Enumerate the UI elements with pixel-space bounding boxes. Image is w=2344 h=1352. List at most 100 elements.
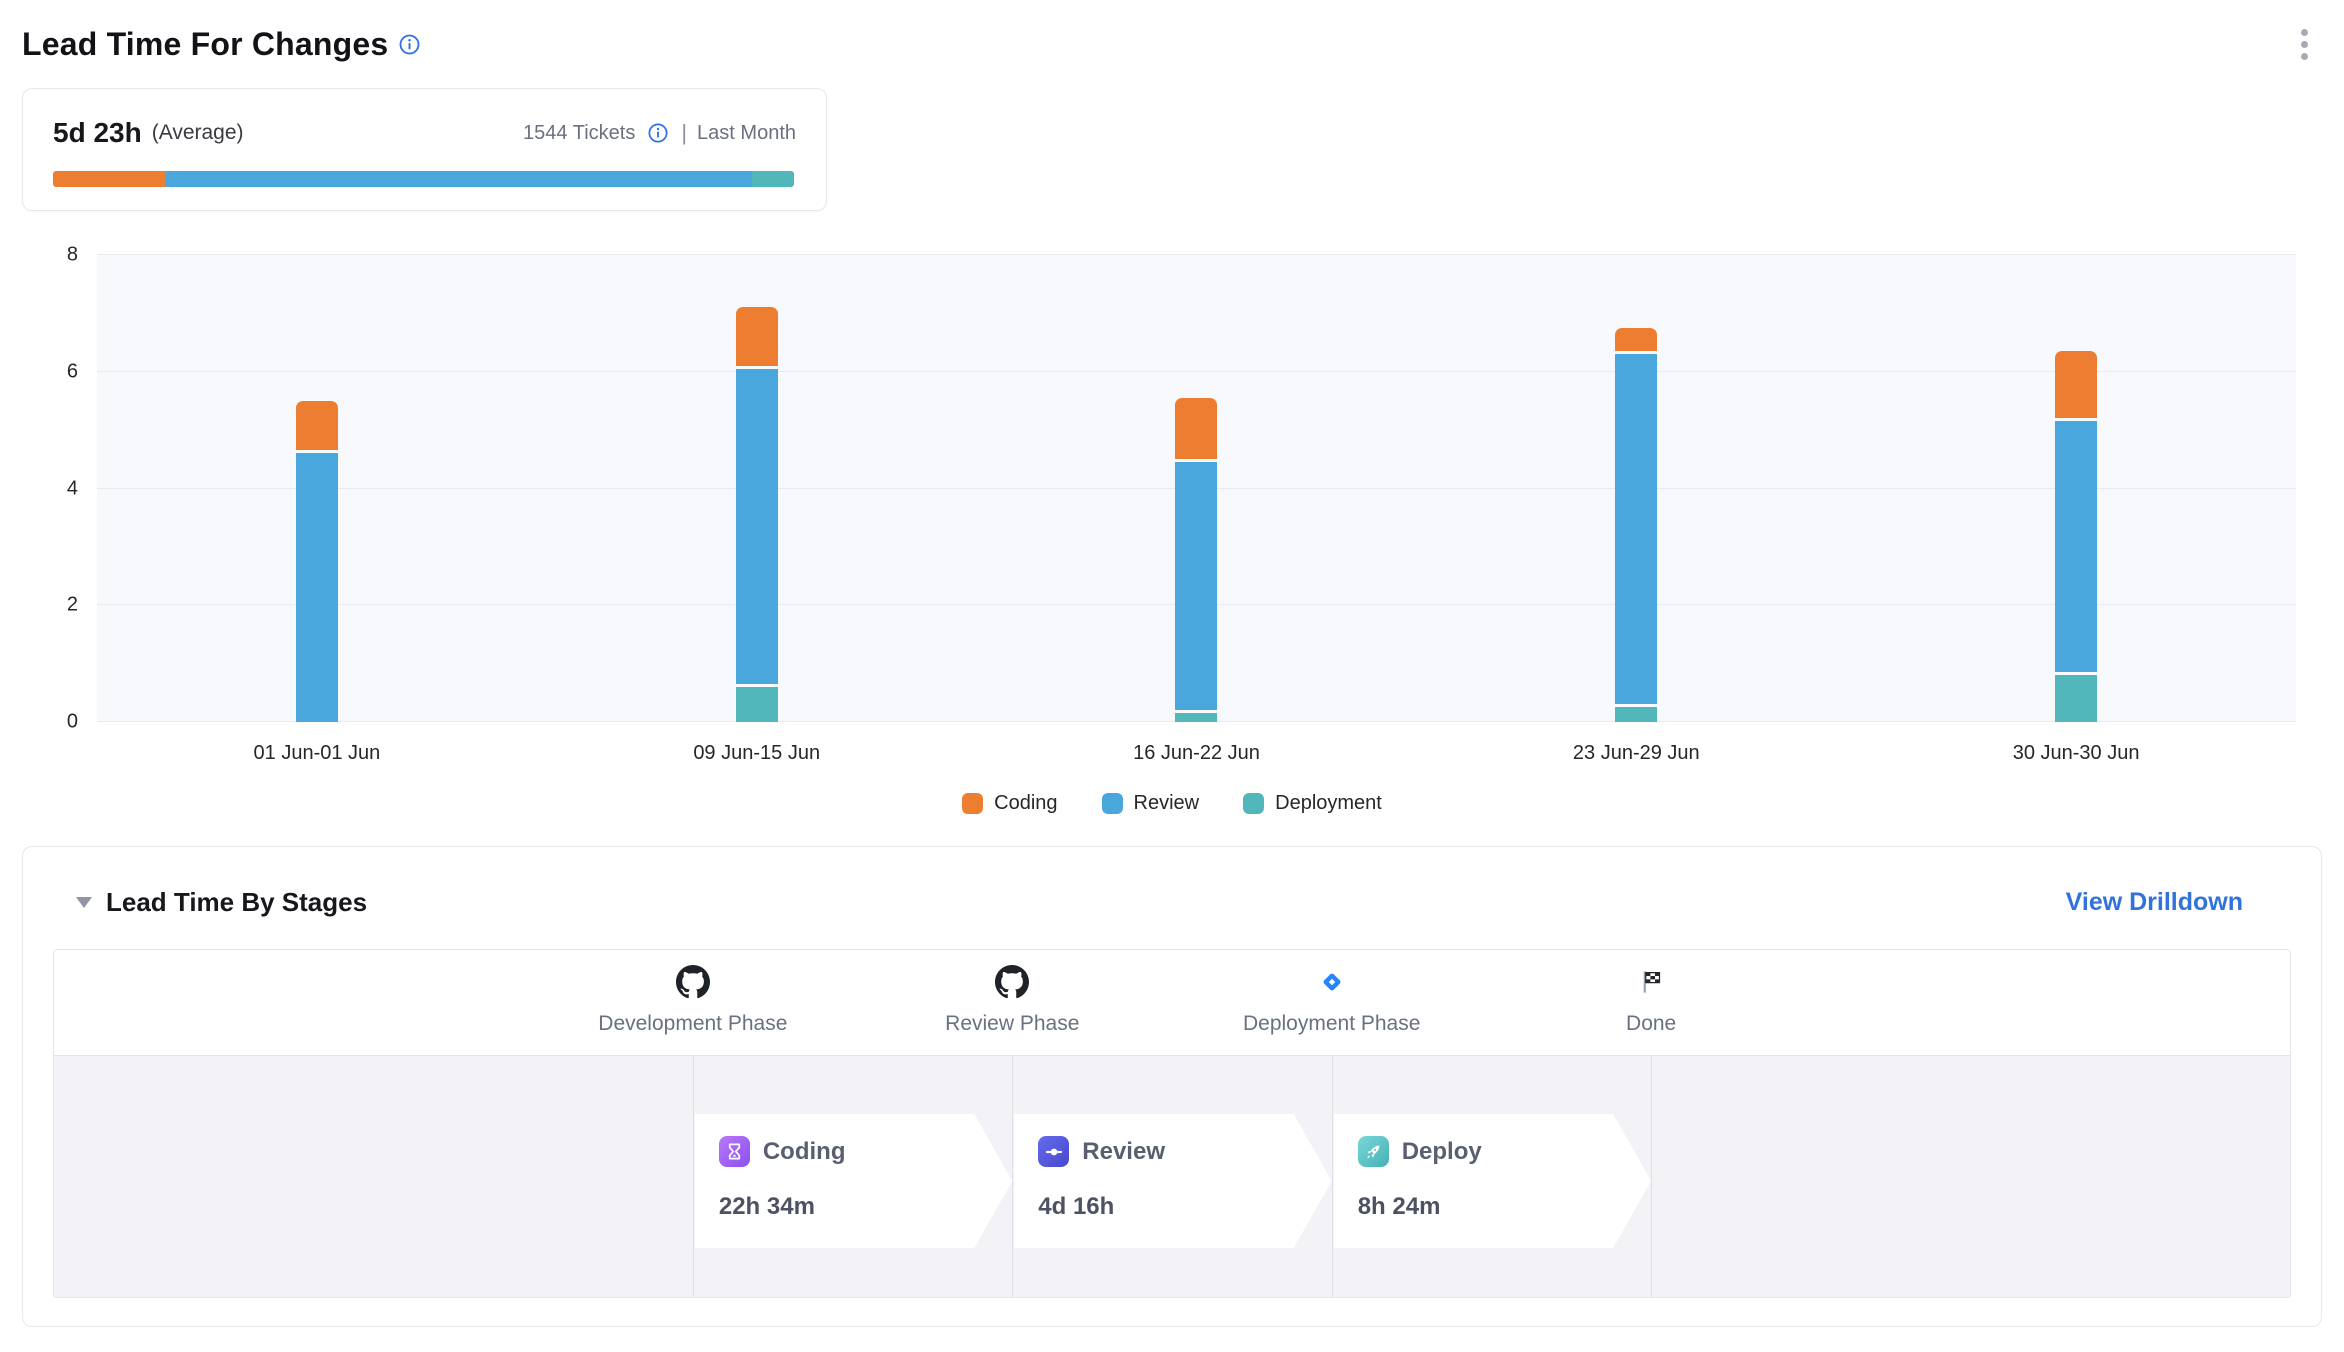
bar-segment-deployment[interactable] — [1175, 713, 1217, 722]
stage-card-coding[interactable]: Coding 22h 34m — [695, 1114, 1012, 1248]
phase-header-development-phase: Development Phase — [543, 964, 843, 1036]
bar-segment-deployment[interactable] — [2055, 675, 2097, 722]
y-tick-label-0: 0 — [22, 711, 78, 734]
collapse-caret-icon[interactable] — [76, 897, 92, 908]
stages-panel-header: Lead Time By Stages View Drilldown — [53, 887, 2291, 918]
phase-label: Done — [1501, 1012, 1801, 1036]
chart-plot-area: 02468 — [97, 255, 2296, 722]
progress-segment-review — [166, 171, 753, 187]
stages-table-body: Coding 22h 34m Review 4d 16h Deploy 8h 24m — [54, 1056, 2290, 1297]
stacked-bar-30 Jun-30 Jun — [2055, 351, 2097, 722]
chart-legend: Coding Review Deployment — [22, 786, 2322, 820]
bar-segment-coding[interactable] — [296, 401, 338, 451]
average-lead-time-value: 5d 23h — [53, 117, 142, 149]
summary-card: 5d 23h (Average) 1544 Tickets | Last Mon… — [22, 88, 827, 211]
legend-item-coding[interactable]: Coding — [962, 792, 1057, 815]
stages-title: Lead Time By Stages — [106, 887, 367, 918]
bar-slots — [97, 255, 2296, 722]
lead-time-chart: 02468 01 Jun-01 Jun09 Jun-15 Jun16 Jun-2… — [22, 255, 2322, 820]
x-axis-labels: 01 Jun-01 Jun09 Jun-15 Jun16 Jun-22 Jun2… — [97, 722, 2296, 784]
y-tick-label-4: 4 — [22, 477, 78, 500]
bar-segment-deployment[interactable] — [736, 687, 778, 722]
phase-label: Review Phase — [862, 1012, 1162, 1036]
stage-card-top: Deploy — [1358, 1136, 1651, 1167]
bar-slot-5 — [1856, 255, 2296, 722]
legend-swatch-review — [1102, 793, 1123, 814]
bar-segment-review[interactable] — [1615, 354, 1657, 704]
stage-name: Deploy — [1402, 1138, 1482, 1166]
bar-segment-coding[interactable] — [2055, 351, 2097, 418]
column-divider — [693, 1056, 694, 1297]
bar-segment-coding[interactable] — [1615, 328, 1657, 351]
stacked-bar-23 Jun-29 Jun — [1615, 328, 1657, 722]
column-divider — [1332, 1056, 1333, 1297]
phase-label: Deployment Phase — [1182, 1012, 1482, 1036]
x-tick-label: 09 Jun-15 Jun — [537, 742, 977, 765]
title-info-icon[interactable] — [398, 33, 421, 56]
bar-segment-review[interactable] — [736, 369, 778, 684]
meta-separator: | — [681, 120, 687, 146]
average-label: (Average) — [152, 121, 244, 145]
legend-item-review[interactable]: Review — [1102, 792, 1200, 815]
bar-slot-4 — [1416, 255, 1856, 722]
bar-slot-2 — [537, 255, 977, 722]
bar-segment-deployment[interactable] — [1615, 707, 1657, 722]
stage-distribution-bar — [53, 171, 794, 187]
y-tick-label-8: 8 — [22, 244, 78, 267]
phase-header-review-phase: Review Phase — [862, 964, 1162, 1036]
stacked-bar-09 Jun-15 Jun — [736, 307, 778, 722]
x-tick-label: 30 Jun-30 Jun — [1856, 742, 2296, 765]
legend-swatch-coding — [962, 793, 983, 814]
flag-icon — [1501, 964, 1801, 1000]
summary-meta: 1544 Tickets | Last Month — [523, 120, 796, 146]
tickets-info-icon[interactable] — [647, 122, 669, 144]
more-options-kebab-icon[interactable] — [2286, 22, 2322, 66]
y-tick-label-6: 6 — [22, 360, 78, 383]
bar-segment-review[interactable] — [2055, 421, 2097, 672]
stage-card-top: Coding — [719, 1136, 1012, 1167]
summary-top-row: 5d 23h (Average) 1544 Tickets | Last Mon… — [53, 117, 796, 149]
bar-slot-3 — [977, 255, 1417, 722]
stage-duration: 8h 24m — [1358, 1193, 1651, 1221]
rocket-icon — [1358, 1136, 1389, 1167]
period-label: Last Month — [697, 122, 796, 145]
progress-segment-coding — [53, 171, 166, 187]
bar-segment-coding[interactable] — [736, 307, 778, 365]
stage-name: Coding — [763, 1138, 846, 1166]
progress-segment-deployment — [752, 171, 793, 187]
hourglass-icon — [719, 1136, 750, 1167]
legend-item-deployment[interactable]: Deployment — [1243, 792, 1382, 815]
commit-icon — [1038, 1136, 1069, 1167]
github-icon — [543, 964, 843, 1000]
bar-segment-review[interactable] — [296, 453, 338, 722]
stages-table-header: Development Phase Review Phase Deployment … — [54, 950, 2290, 1056]
stacked-bar-16 Jun-22 Jun — [1175, 398, 1217, 722]
view-drilldown-link[interactable]: View Drilldown — [2066, 888, 2243, 917]
legend-label: Coding — [994, 792, 1057, 815]
tickets-count: 1544 Tickets — [523, 122, 635, 145]
column-divider — [1012, 1056, 1013, 1297]
legend-label: Review — [1134, 792, 1200, 815]
jira-icon — [1182, 964, 1482, 1000]
stage-duration: 4d 16h — [1038, 1193, 1331, 1221]
legend-swatch-deployment — [1243, 793, 1264, 814]
stage-card-deploy[interactable]: Deploy 8h 24m — [1334, 1114, 1651, 1248]
stage-card-review[interactable]: Review 4d 16h — [1014, 1114, 1331, 1248]
stages-table: Development Phase Review Phase Deployment … — [53, 949, 2291, 1298]
legend-label: Deployment — [1275, 792, 1382, 815]
phase-label: Development Phase — [543, 1012, 843, 1036]
stage-card-top: Review — [1038, 1136, 1331, 1167]
bar-segment-review[interactable] — [1175, 462, 1217, 710]
phase-header-deployment-phase: Deployment Phase — [1182, 964, 1482, 1036]
stage-name: Review — [1082, 1138, 1165, 1166]
column-divider — [1651, 1056, 1652, 1297]
x-tick-label: 23 Jun-29 Jun — [1416, 742, 1856, 765]
stage-duration: 22h 34m — [719, 1193, 1012, 1221]
stacked-bar-01 Jun-01 Jun — [296, 401, 338, 722]
lead-time-dashboard: Lead Time For Changes 5d 23h (Average) 1… — [0, 0, 2344, 1352]
lead-time-by-stages-panel: Lead Time By Stages View Drilldown Devel… — [22, 846, 2322, 1327]
header-row: Lead Time For Changes — [22, 20, 2322, 68]
x-tick-label: 16 Jun-22 Jun — [977, 742, 1417, 765]
bar-segment-coding[interactable] — [1175, 398, 1217, 459]
page-title: Lead Time For Changes — [22, 26, 388, 63]
